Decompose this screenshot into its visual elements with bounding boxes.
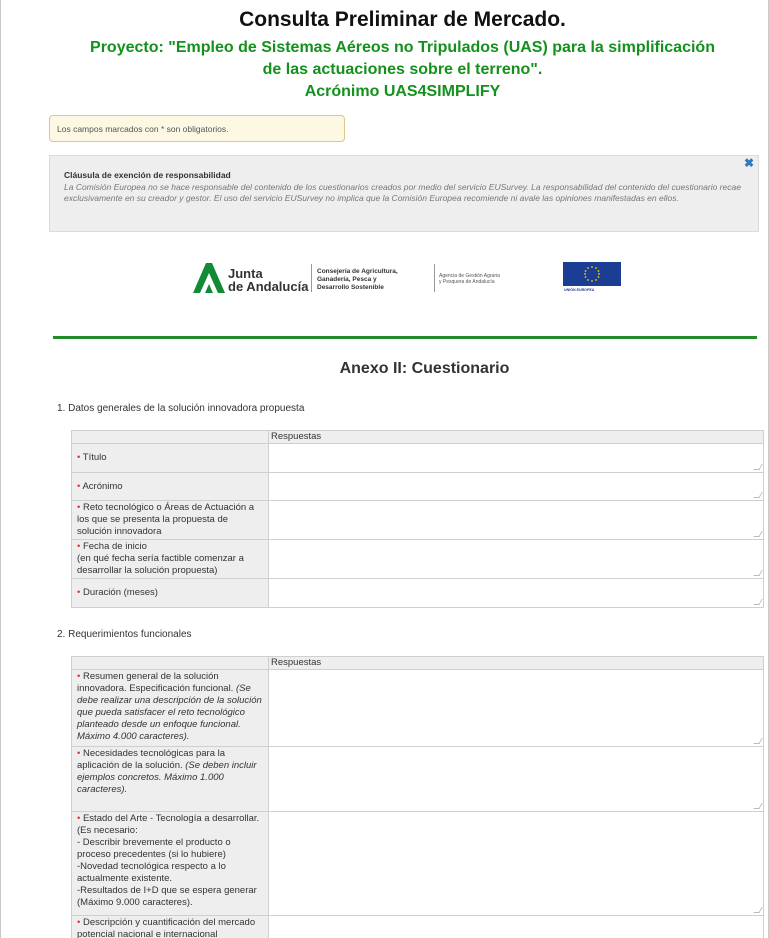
table-header-row: Respuestas: [71, 430, 764, 444]
agencia-name: Agencia de Gestión Agraria y Pesquera de…: [439, 273, 500, 285]
table-header-respuestas: Respuestas: [268, 430, 764, 444]
disclaimer-box: Cláusula de exención de responsabilidad …: [49, 155, 759, 232]
table-header-blank: [71, 656, 269, 670]
row-label: • Reto tecnológico o Áreas de Actuación …: [71, 500, 269, 540]
row-label: • Estado del Arte - Tecnología a desarro…: [71, 811, 269, 916]
row-label: • Fecha de inicio (en qué fecha sería fac…: [71, 539, 269, 579]
row-label: • Resumen general de la solución innovad…: [71, 669, 269, 747]
section-divider: [53, 336, 757, 339]
close-icon[interactable]: ✖: [744, 157, 754, 170]
resize-grip-icon[interactable]: [753, 531, 763, 537]
mercado-answer-field[interactable]: [268, 915, 764, 938]
question-1-label: 1. Datos generales de la solución innova…: [57, 403, 305, 414]
acronimo-answer-field[interactable]: [268, 472, 764, 501]
table-header-blank: [71, 430, 269, 444]
titulo-answer-field[interactable]: [268, 443, 764, 473]
row-label: • Acrónimo: [71, 472, 269, 501]
junta-andalucia-name: Junta de Andalucía: [228, 266, 309, 294]
resize-grip-icon[interactable]: [753, 599, 763, 605]
resize-grip-icon[interactable]: [753, 907, 763, 913]
reto-answer-field[interactable]: [268, 500, 764, 540]
resize-grip-icon[interactable]: [753, 492, 763, 498]
fecha-inicio-answer-field[interactable]: [268, 539, 764, 579]
disclaimer-text: La Comisión Europea no se hace responsab…: [64, 181, 741, 204]
row-label: • Necesidades tecnológicas para la aplic…: [71, 746, 269, 812]
table-row: • Resumen general de la solución innovad…: [71, 669, 764, 747]
logo-separator: [311, 264, 312, 292]
row-label: • Descripción y cuantificación del merca…: [71, 915, 269, 938]
question-2-table: Respuestas • Resumen general de la soluc…: [71, 656, 764, 938]
project-acronym: Acrónimo UAS4SIMPLIFY: [304, 83, 501, 100]
table-header-row: Respuestas: [71, 656, 764, 670]
table-row: • Estado del Arte - Tecnología a desarro…: [71, 811, 764, 916]
junta-andalucia-logo-icon: [193, 263, 225, 293]
resize-grip-icon[interactable]: [753, 738, 763, 744]
table-row: • Duración (meses): [71, 578, 764, 608]
resize-grip-icon[interactable]: [753, 570, 763, 576]
necesidades-answer-field[interactable]: [268, 746, 764, 812]
table-row: • Título: [71, 443, 764, 473]
resumen-answer-field[interactable]: [268, 669, 764, 747]
table-header-respuestas: Respuestas: [268, 656, 764, 670]
project-subtitle-line1: Proyecto: "Empleo de Sistemas Aéreos no …: [90, 39, 715, 56]
table-row: • Fecha de inicio (en qué fecha sería fac…: [71, 539, 764, 579]
project-subtitle-line2: de las actuaciones sobre el terreno".: [262, 61, 543, 78]
row-label: • Título: [71, 443, 269, 473]
table-row: • Necesidades tecnológicas para la aplic…: [71, 746, 764, 812]
table-row: • Acrónimo: [71, 472, 764, 501]
disclaimer-title: Cláusula de exención de responsabilidad: [64, 170, 231, 180]
page-title: Consulta Preliminar de Mercado.: [239, 8, 566, 31]
table-row: • Reto tecnológico o Áreas de Actuación …: [71, 500, 764, 540]
eu-flag-icon: UNIÓN EUROPEA: [563, 262, 621, 292]
table-row: • Descripción y cuantificación del merca…: [71, 915, 764, 938]
question-1-table: Respuestas • Título • Acrónimo • Reto te…: [71, 430, 764, 608]
duracion-answer-field[interactable]: [268, 578, 764, 608]
eu-label: UNIÓN EUROPEA: [564, 287, 595, 292]
logo-separator: [434, 264, 435, 292]
resize-grip-icon[interactable]: [753, 464, 763, 470]
required-fields-note: Los campos marcados con * son obligatori…: [49, 115, 345, 142]
row-label: • Duración (meses): [71, 578, 269, 608]
estado-arte-answer-field[interactable]: [268, 811, 764, 916]
section-title: Anexo II: Cuestionario: [339, 360, 510, 377]
consejeria-name: Consejería de Agricultura, Ganadería, Pe…: [317, 268, 398, 291]
logos-banner: Junta de Andalucía Consejería de Agricul…: [193, 260, 623, 296]
question-2-label: 2. Requerimientos funcionales: [57, 629, 192, 640]
resize-grip-icon[interactable]: [753, 803, 763, 809]
